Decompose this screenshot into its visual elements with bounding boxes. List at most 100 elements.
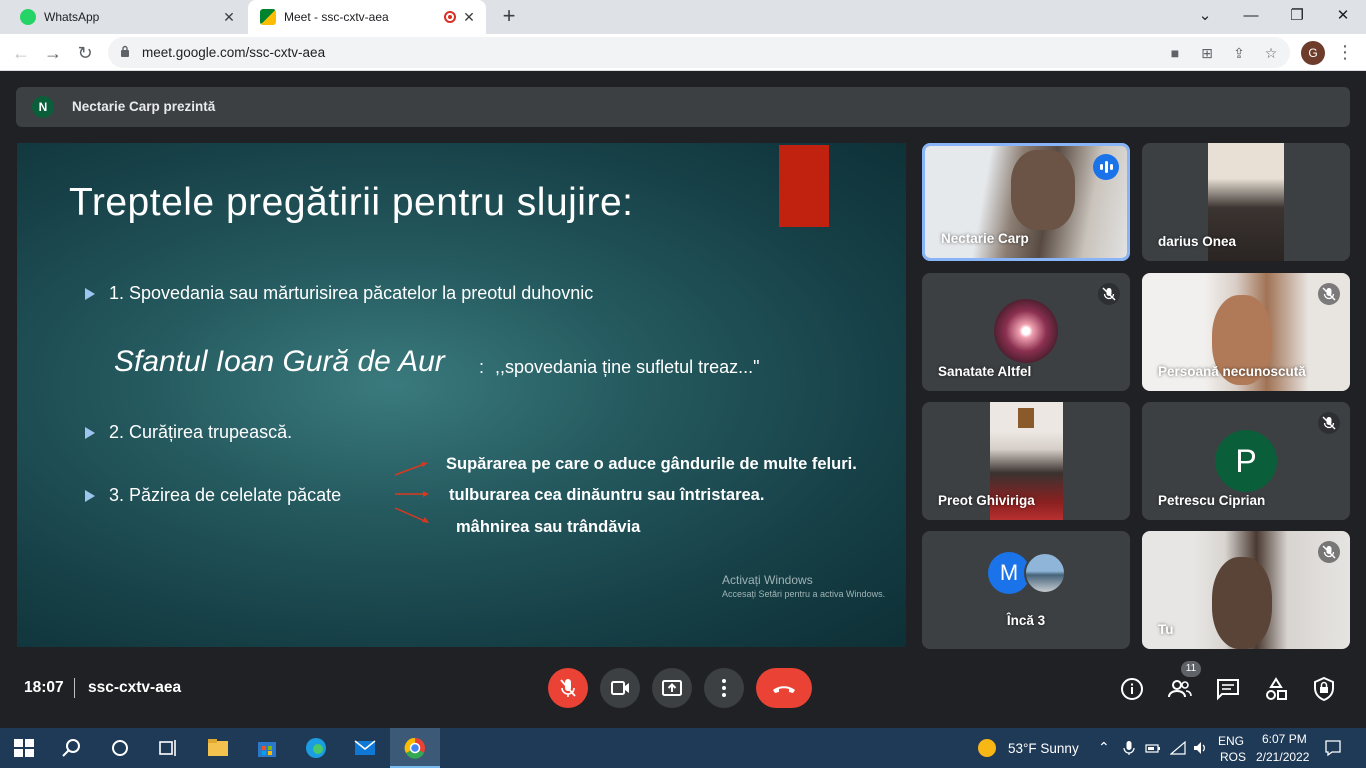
minimize-button[interactable]: — xyxy=(1236,4,1266,28)
bullet-marker xyxy=(85,288,95,300)
bookmark-star-icon[interactable]: ☆ xyxy=(1262,44,1280,62)
share-icon[interactable]: ⇪ xyxy=(1230,44,1248,62)
activities-icon[interactable] xyxy=(1263,676,1289,702)
present-screen-button[interactable] xyxy=(652,668,692,708)
slide-subpoint-1: Supărarea pe care o aduce gândurile de m… xyxy=(446,455,857,473)
weather-text[interactable]: 53°F Sunny xyxy=(1008,741,1079,756)
mail-icon[interactable] xyxy=(353,736,377,760)
slide-bullet-1: 1. Spovedania sau mărturisirea păcatelor… xyxy=(109,283,594,303)
address-bar: ← → ↻ meet.google.com/ssc-cxtv-aea ■ ⊞ ⇪… xyxy=(0,34,1366,71)
meeting-code: ssc-cxtv-aea xyxy=(88,679,182,696)
notifications-icon[interactable] xyxy=(1324,739,1342,757)
windows-start-icon[interactable] xyxy=(12,736,36,760)
mic-off-icon xyxy=(560,679,576,697)
close-icon[interactable]: ✕ xyxy=(220,8,238,26)
people-count-badge: 11 xyxy=(1181,661,1201,677)
translate-icon[interactable]: ⊞ xyxy=(1198,44,1216,62)
person-silhouette xyxy=(1011,150,1075,230)
back-button[interactable]: ← xyxy=(8,40,34,66)
participant-name: Tu xyxy=(1158,622,1174,637)
system-clock-time[interactable]: 6:07 PM xyxy=(1262,732,1307,746)
host-controls-icon[interactable] xyxy=(1311,676,1337,702)
present-screen-icon xyxy=(662,680,682,696)
hang-up-icon xyxy=(773,686,795,693)
taskbar-chrome-active[interactable] xyxy=(390,728,440,768)
muted-mic-icon xyxy=(1318,412,1340,434)
profile-avatar[interactable]: G xyxy=(1301,41,1325,65)
participant-avatar-photo xyxy=(1024,552,1066,594)
end-call-button[interactable] xyxy=(756,668,812,708)
presenting-text: Nectarie Carp prezintă xyxy=(72,99,216,114)
meeting-clock: 18:07 xyxy=(24,679,64,696)
wifi-icon[interactable] xyxy=(1170,740,1186,756)
slide-red-accent xyxy=(779,145,829,227)
browser-menu-icon[interactable]: ⋮ xyxy=(1336,42,1354,62)
battery-icon[interactable] xyxy=(1145,740,1161,756)
muted-mic-icon xyxy=(1318,283,1340,305)
new-tab-button[interactable]: + xyxy=(498,5,520,27)
cortana-icon[interactable] xyxy=(108,736,132,760)
meet-icon xyxy=(260,9,276,25)
presenting-banner: N Nectarie Carp prezintă xyxy=(16,87,1350,127)
participant-name: Încă 3 xyxy=(1006,613,1046,628)
participant-tile-self[interactable]: Tu xyxy=(1142,531,1350,649)
volume-icon[interactable] xyxy=(1192,740,1208,756)
participant-tile-nectarie-carp[interactable]: Nectarie Carp xyxy=(922,143,1130,261)
quote-text: ,,spovedania ține sufletul treaz..." xyxy=(495,357,760,377)
language-indicator[interactable]: ENG xyxy=(1218,734,1244,748)
windows-activation-watermark: Activați Windows xyxy=(722,573,813,587)
whatsapp-icon xyxy=(20,9,36,25)
edge-icon[interactable] xyxy=(304,736,328,760)
participant-name: Petrescu Ciprian xyxy=(1158,493,1266,508)
task-view-icon[interactable] xyxy=(156,736,180,760)
participant-tile-preot-ghiviriga[interactable]: Preot Ghiviriga xyxy=(922,402,1130,520)
people-icon[interactable] xyxy=(1167,676,1193,702)
participant-tile-sanatate-altfel[interactable]: Sanatate Altfel xyxy=(922,273,1130,391)
store-icon[interactable] xyxy=(255,736,279,760)
tray-chevron-icon[interactable]: ⌃ xyxy=(1098,739,1110,756)
tab-search-icon[interactable]: ⌄ xyxy=(1190,4,1220,28)
chat-icon[interactable] xyxy=(1215,676,1241,702)
speaking-indicator-icon xyxy=(1093,154,1119,180)
icon-picture xyxy=(1018,408,1034,428)
url-text[interactable]: meet.google.com/ssc-cxtv-aea xyxy=(142,45,325,60)
participant-tile-darius-onea[interactable]: darius Onea xyxy=(1142,143,1350,261)
mic-toggle-button[interactable] xyxy=(548,668,588,708)
meeting-info-icon[interactable] xyxy=(1119,676,1145,702)
quote-separator: : xyxy=(479,357,485,377)
participant-tile-others[interactable]: M Încă 3 xyxy=(922,531,1130,649)
participant-name: darius Onea xyxy=(1158,234,1237,249)
system-clock-date[interactable]: 2/21/2022 xyxy=(1256,750,1309,764)
chrome-icon xyxy=(404,737,425,759)
participant-tile-petrescu-ciprian[interactable]: P Petrescu Ciprian xyxy=(1142,402,1350,520)
close-window-button[interactable]: ✕ xyxy=(1328,4,1358,28)
muted-mic-icon xyxy=(1098,283,1120,305)
slide-title: Treptele pregătirii pentru slujire: xyxy=(69,181,634,224)
tab-whatsapp[interactable]: WhatsApp ✕ xyxy=(0,0,246,34)
tab-title: WhatsApp xyxy=(44,10,100,24)
participant-name: Nectarie Carp xyxy=(941,231,1029,246)
camera-icon[interactable]: ■ xyxy=(1166,44,1184,62)
restore-button[interactable]: ❐ xyxy=(1282,4,1312,28)
tab-title: Meet - ssc-cxtv-aea xyxy=(284,10,389,24)
keyboard-layout-indicator[interactable]: ROS xyxy=(1220,750,1246,764)
microphone-icon[interactable] xyxy=(1122,740,1136,756)
close-icon[interactable]: ✕ xyxy=(460,8,478,26)
participant-tile-persoana-necunoscuta[interactable]: Persoană necunoscută xyxy=(1142,273,1350,391)
slide-bullet-2: 2. Curățirea trupească. xyxy=(109,422,293,442)
camera-toggle-button[interactable] xyxy=(600,668,640,708)
search-icon[interactable] xyxy=(60,736,84,760)
presenter-avatar: N xyxy=(32,96,54,118)
forward-button[interactable]: → xyxy=(40,40,66,66)
file-explorer-icon[interactable] xyxy=(206,736,230,760)
more-options-button[interactable] xyxy=(704,668,744,708)
meet-stage: N Nectarie Carp prezintă Treptele pregăt… xyxy=(0,71,1366,728)
omnibox[interactable]: meet.google.com/ssc-cxtv-aea ■ ⊞ ⇪ ☆ xyxy=(108,37,1290,68)
participant-name: Persoană necunoscută xyxy=(1158,364,1306,379)
presentation-slide: Treptele pregătirii pentru slujire: 1. S… xyxy=(17,143,906,647)
more-vert-icon xyxy=(722,679,726,697)
participant-name: Preot Ghiviriga xyxy=(938,493,1035,508)
tab-meet[interactable]: Meet - ssc-cxtv-aea ✕ xyxy=(248,0,486,34)
divider xyxy=(74,678,75,698)
reload-button[interactable]: ↻ xyxy=(72,40,98,66)
